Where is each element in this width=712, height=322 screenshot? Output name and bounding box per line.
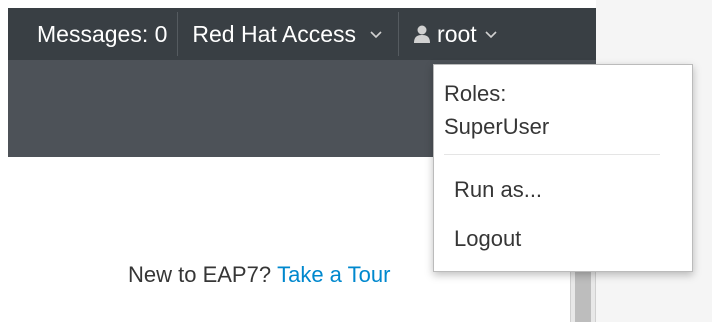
red-hat-access-label: Red Hat Access	[192, 20, 357, 47]
red-hat-access-menu[interactable]: Red Hat Access	[178, 8, 398, 60]
roles-label: Roles:	[444, 81, 507, 106]
chevron-down-icon	[368, 26, 384, 42]
menu-divider	[444, 154, 660, 155]
messages-label: Messages: 0	[37, 20, 168, 47]
take-a-tour-link[interactable]: Take a Tour	[277, 262, 390, 287]
roles-value: SuperUser	[444, 114, 550, 139]
top-navbar: Messages: 0 Red Hat Access root	[8, 8, 596, 60]
user-dropdown-menu: Roles: SuperUser Run as... Logout	[433, 64, 693, 272]
logout-menu-item[interactable]: Logout	[454, 226, 521, 252]
run-as-menu-item[interactable]: Run as...	[454, 177, 542, 203]
user-icon	[413, 24, 431, 44]
roles-info: Roles: SuperUser	[444, 77, 549, 143]
user-label: root	[437, 20, 477, 47]
messages-button[interactable]: Messages: 0	[8, 8, 177, 60]
tour-prompt: New to EAP7? Take a Tour	[128, 262, 390, 288]
tour-text: New to EAP7?	[128, 262, 272, 287]
page: Messages: 0 Red Hat Access root New to E…	[0, 0, 712, 322]
chevron-down-icon	[483, 26, 499, 42]
user-menu[interactable]: root	[399, 8, 513, 60]
